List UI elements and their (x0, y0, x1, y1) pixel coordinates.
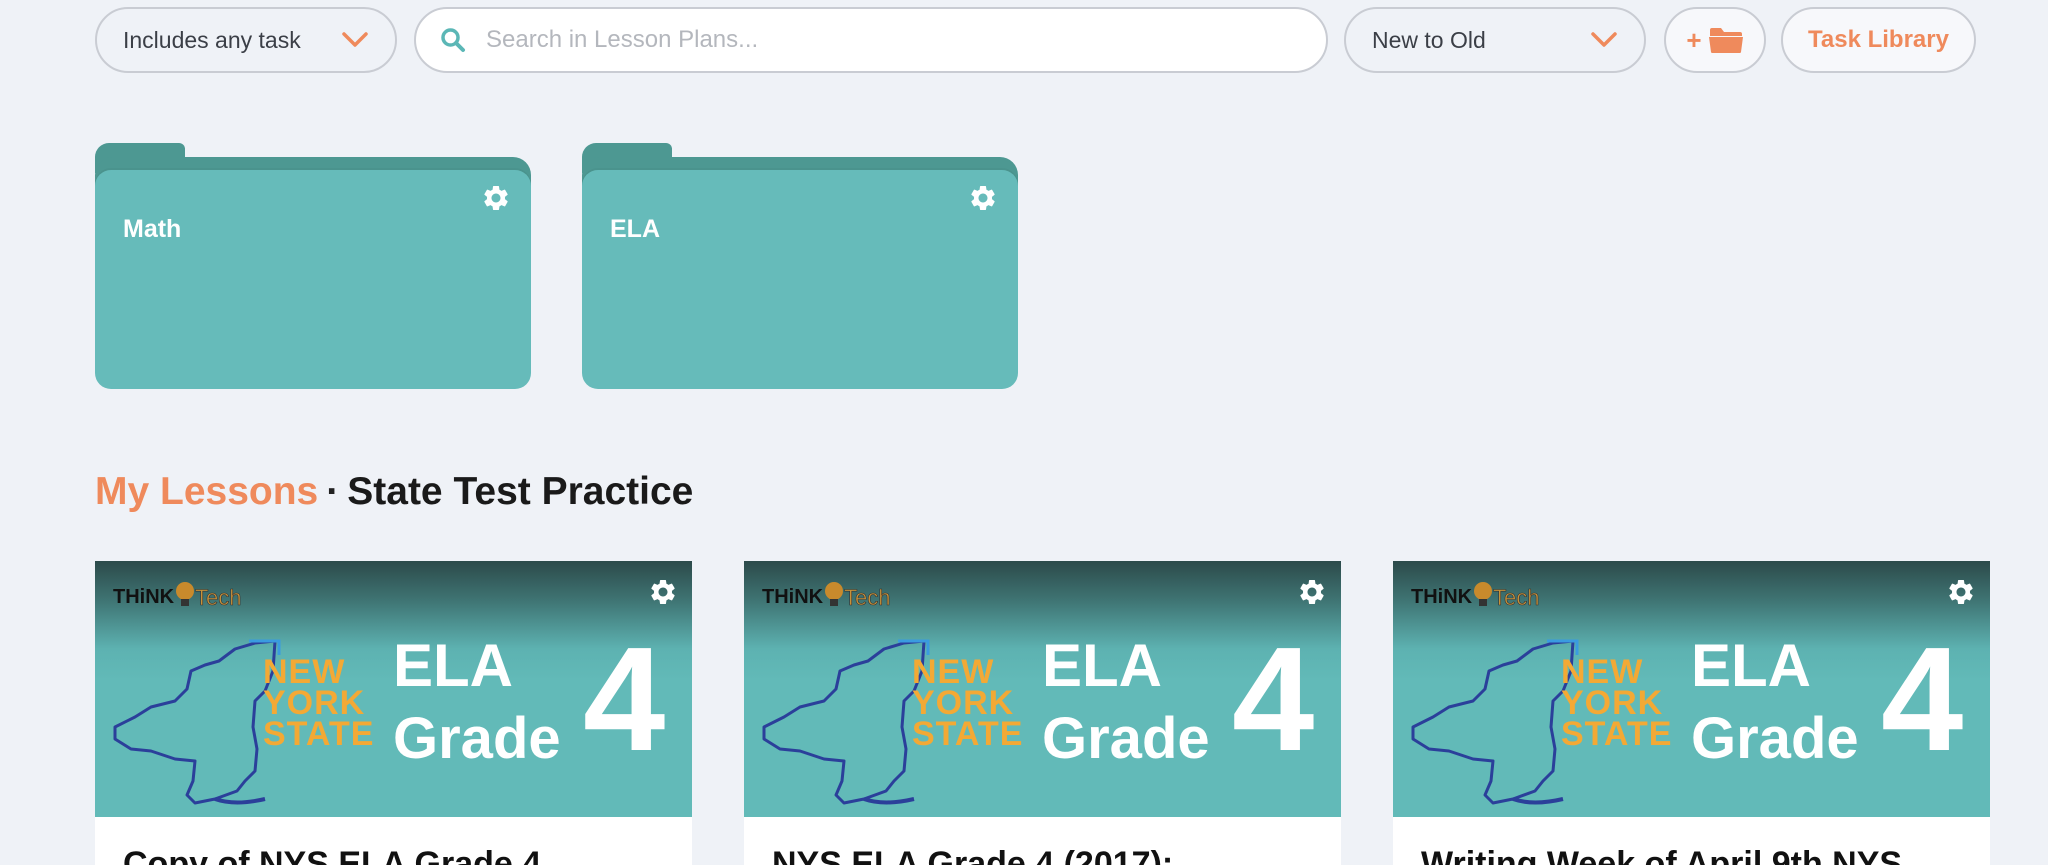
lesson-title[interactable]: Writing Week of April 9th NYS (1421, 845, 1902, 865)
task-filter-label: Includes any task (123, 26, 301, 53)
state-name: NEW YORK STATE (1561, 655, 1673, 753)
subject-label: ELA (393, 632, 513, 699)
logo-tech: Tech (844, 585, 890, 610)
lesson-card[interactable]: THiNK Tech NEW YORK STATE ELA Grade 4 Co… (95, 561, 692, 865)
gear-icon[interactable] (481, 183, 511, 213)
state-name: NEW YORK STATE (912, 655, 1024, 753)
breadcrumb-separator: · (326, 470, 340, 513)
grade-number: 4 (583, 617, 666, 782)
folder-name: Math (123, 215, 182, 243)
lesson-title[interactable]: Copy of NYS ELA Grade 4 (123, 845, 541, 865)
grade-label: Grade (1691, 706, 1859, 771)
subject-label: ELA (1691, 632, 1811, 699)
folder-math[interactable]: Math (95, 143, 531, 389)
state-name: NEW YORK STATE (263, 655, 375, 753)
logo-think: THiNK (762, 586, 824, 608)
chevron-down-icon (342, 32, 368, 47)
search-input[interactable] (484, 25, 1302, 55)
folder-body (582, 170, 1018, 389)
plus-icon: + (1686, 24, 1702, 55)
gear-icon[interactable] (1946, 577, 1976, 607)
grade-label: Grade (393, 706, 561, 771)
gear-icon[interactable] (1297, 577, 1327, 607)
sort-dropdown[interactable]: New to Old (1344, 7, 1646, 73)
thinktech-logo: THiNK Tech (1411, 582, 1540, 610)
grade-number: 4 (1232, 617, 1315, 782)
state-line-3: STATE (912, 715, 1024, 753)
subject-label: ELA (1042, 632, 1162, 699)
search-icon (441, 28, 465, 52)
grade-label: Grade (1042, 706, 1210, 771)
logo-tech: Tech (1493, 585, 1539, 610)
folder-body (95, 170, 531, 389)
gear-icon[interactable] (648, 577, 678, 607)
lesson-title[interactable]: NYS ELA Grade 4 (2017): (772, 845, 1173, 865)
folder-name: ELA (610, 215, 660, 243)
chevron-down-icon (1591, 32, 1617, 47)
task-library-label: Task Library (1808, 26, 1949, 53)
lesson-card[interactable]: THiNK Tech NEW YORK STATE ELA Grade 4 NY… (744, 561, 1341, 865)
lesson-card[interactable]: THiNK Tech NEW YORK STATE ELA Grade 4 Wr… (1393, 561, 1990, 865)
thinktech-logo: THiNK Tech (762, 582, 891, 610)
logo-tech: Tech (195, 585, 241, 610)
search-bar[interactable] (414, 7, 1328, 73)
sort-label: New to Old (1372, 26, 1486, 53)
logo-think: THiNK (113, 586, 175, 608)
gear-icon[interactable] (968, 183, 998, 213)
breadcrumb-current: State Test Practice (347, 470, 694, 513)
task-library-button[interactable]: Task Library (1781, 7, 1976, 73)
logo-think: THiNK (1411, 586, 1473, 608)
breadcrumb-my-lessons[interactable]: My Lessons (95, 470, 318, 513)
thinktech-logo: THiNK Tech (113, 582, 242, 610)
state-line-3: STATE (263, 715, 375, 753)
folder-icon (1708, 28, 1743, 53)
grade-number: 4 (1881, 617, 1964, 782)
state-line-3: STATE (1561, 715, 1673, 753)
breadcrumb: My Lessons · State Test Practice (95, 470, 693, 514)
new-folder-button[interactable]: + (1664, 7, 1766, 73)
folder-ela[interactable]: ELA (582, 143, 1018, 389)
task-filter-dropdown[interactable]: Includes any task (95, 7, 397, 73)
